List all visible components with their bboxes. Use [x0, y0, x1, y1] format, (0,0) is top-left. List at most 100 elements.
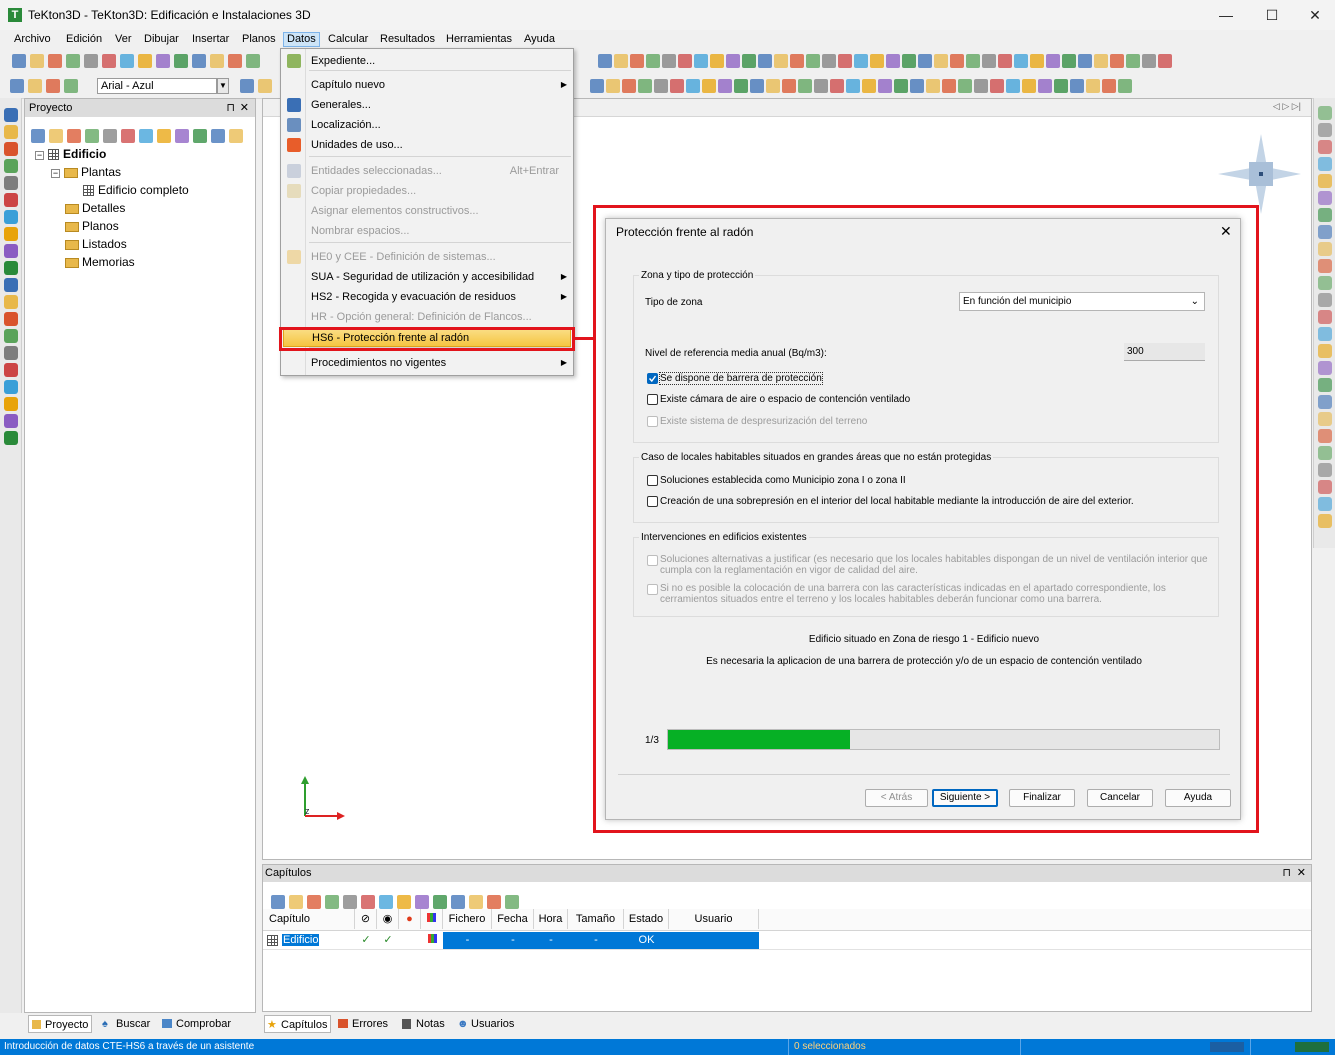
back-button[interactable]: < Atrás	[865, 789, 928, 807]
maximize-button[interactable]: ☐	[1249, 0, 1295, 30]
toolbar-icon[interactable]	[1030, 54, 1044, 68]
toolbar-icon[interactable]	[451, 895, 465, 909]
tree-listados[interactable]: Listados	[65, 237, 127, 251]
toolbar-icon[interactable]	[1126, 54, 1140, 68]
menu-item-copiar-propiedades[interactable]: Copiar propiedades...	[281, 181, 573, 201]
tool-icon[interactable]	[4, 278, 18, 292]
col-fichero[interactable]: Fichero	[443, 909, 492, 929]
tool-icon[interactable]	[4, 397, 18, 411]
tool-icon[interactable]	[1318, 276, 1332, 290]
toolbar-icon[interactable]	[950, 54, 964, 68]
tool-icon[interactable]	[4, 380, 18, 394]
toolbar-icon[interactable]	[175, 129, 189, 143]
tool-icon[interactable]	[1318, 191, 1332, 205]
toolbar-icon[interactable]	[30, 54, 44, 68]
toolbar-icon[interactable]	[926, 79, 940, 93]
toolbar-icon[interactable]	[918, 54, 932, 68]
toolbar-icon[interactable]	[790, 54, 804, 68]
toolbar-icon[interactable]	[606, 79, 620, 93]
toolbar-icon[interactable]	[798, 79, 812, 93]
tool-icon[interactable]	[1318, 225, 1332, 239]
toolbar-icon[interactable]	[1014, 54, 1028, 68]
toolbar-icon[interactable]	[121, 129, 135, 143]
menu-resultados[interactable]: Resultados	[377, 32, 438, 47]
toolbar-icon[interactable]	[718, 79, 732, 93]
toolbar-icon[interactable]	[758, 54, 772, 68]
toolbar-icon[interactable]	[846, 79, 860, 93]
tool-icon[interactable]	[1318, 497, 1332, 511]
toolbar-icon[interactable]	[958, 79, 972, 93]
toolbar-icon[interactable]	[670, 79, 684, 93]
tool-icon[interactable]	[1318, 327, 1332, 341]
col-tamano[interactable]: Tamaño	[568, 909, 624, 929]
toolbar-icon[interactable]	[1078, 54, 1092, 68]
font-select[interactable]: Arial - Azul	[97, 78, 217, 94]
tool-icon[interactable]	[1318, 140, 1332, 154]
tool-icon[interactable]	[1318, 293, 1332, 307]
toolbar-icon[interactable]	[766, 79, 780, 93]
toolbar-icon[interactable]	[487, 895, 501, 909]
tab-scroll-arrows-icon[interactable]: ◁ ▷ ▷|	[1273, 101, 1301, 112]
toolbar-icon[interactable]	[942, 79, 956, 93]
toolbar-icon[interactable]	[966, 54, 980, 68]
tree-plantas[interactable]: − Plantas	[51, 165, 121, 179]
toolbar-icon[interactable]	[1022, 79, 1036, 93]
cerramientos-checkbox[interactable]	[647, 584, 658, 595]
tool-icon[interactable]	[4, 125, 18, 139]
nivel-input[interactable]: 300	[1124, 343, 1205, 361]
toolbar-icon[interactable]	[646, 54, 660, 68]
toolbar-icon[interactable]	[750, 79, 764, 93]
menu-item-hs2[interactable]: HS2 - Recogida y evacuación de residuos ▶	[281, 287, 573, 307]
menu-herramientas[interactable]: Herramientas	[443, 32, 515, 47]
toolbar-icon[interactable]	[638, 79, 652, 93]
despresurizacion-checkbox[interactable]	[647, 416, 658, 427]
toolbar-icon[interactable]	[1070, 79, 1084, 93]
menu-item-hr-flancos[interactable]: HR - Opción general: Definición de Flanc…	[281, 307, 573, 327]
toolbar-icon[interactable]	[157, 129, 171, 143]
toolbar-icon[interactable]	[343, 895, 357, 909]
toolbar-icon[interactable]	[830, 79, 844, 93]
tool-icon[interactable]	[4, 295, 18, 309]
toolbar-icon[interactable]	[156, 54, 170, 68]
toolbar-icon[interactable]	[12, 54, 26, 68]
toolbar-icon[interactable]	[870, 54, 884, 68]
tool-icon[interactable]	[1318, 429, 1332, 443]
toolbar-icon[interactable]	[910, 79, 924, 93]
toolbar-icon[interactable]	[138, 54, 152, 68]
tab-errores[interactable]: Errores	[336, 1015, 388, 1033]
tool-icon[interactable]	[4, 346, 18, 360]
tool-icon[interactable]	[4, 329, 18, 343]
toolbar-icon[interactable]	[228, 54, 242, 68]
sobrepresion-checkbox[interactable]	[647, 496, 658, 507]
next-button[interactable]: Siguiente >	[932, 789, 998, 807]
tree-planos[interactable]: Planos	[65, 219, 119, 233]
menu-item-procedimientos-no-vigentes[interactable]: Procedimientos no vigentes ▶	[281, 353, 573, 373]
toolbar-icon[interactable]	[590, 79, 604, 93]
toolbar-icon[interactable]	[598, 54, 612, 68]
toolbar-icon[interactable]	[622, 79, 636, 93]
tab-capitulos[interactable]: ★ Capítulos	[264, 1015, 332, 1033]
tool-icon[interactable]	[4, 159, 18, 173]
col-estado[interactable]: Estado	[624, 909, 669, 929]
tool-icon[interactable]	[1318, 174, 1332, 188]
toolbar-icon[interactable]	[1094, 54, 1108, 68]
toolbar-icon[interactable]	[1142, 54, 1156, 68]
toolbar-icon[interactable]	[1006, 79, 1020, 93]
toolbar-icon[interactable]	[710, 54, 724, 68]
eye-icon[interactable]: ◉	[377, 909, 399, 929]
menu-ayuda[interactable]: Ayuda	[521, 32, 558, 47]
tool-icon[interactable]	[1318, 310, 1332, 324]
menu-item-he0-cee[interactable]: HE0 y CEE - Definición de sistemas...	[281, 247, 573, 267]
toolbar-icon[interactable]	[1158, 54, 1172, 68]
menu-insertar[interactable]: Insertar	[189, 32, 232, 47]
tool-icon[interactable]	[1318, 395, 1332, 409]
toolbar-icon[interactable]	[1062, 54, 1076, 68]
toolbar-icon[interactable]	[662, 54, 676, 68]
toolbar-icon[interactable]	[415, 895, 429, 909]
tool-icon[interactable]	[1318, 123, 1332, 137]
toolbar-icon[interactable]	[28, 79, 42, 93]
toolbar-icon[interactable]	[974, 79, 988, 93]
tool-icon[interactable]	[1318, 412, 1332, 426]
tool-icon[interactable]	[1318, 480, 1332, 494]
toolbar-icon[interactable]	[325, 895, 339, 909]
